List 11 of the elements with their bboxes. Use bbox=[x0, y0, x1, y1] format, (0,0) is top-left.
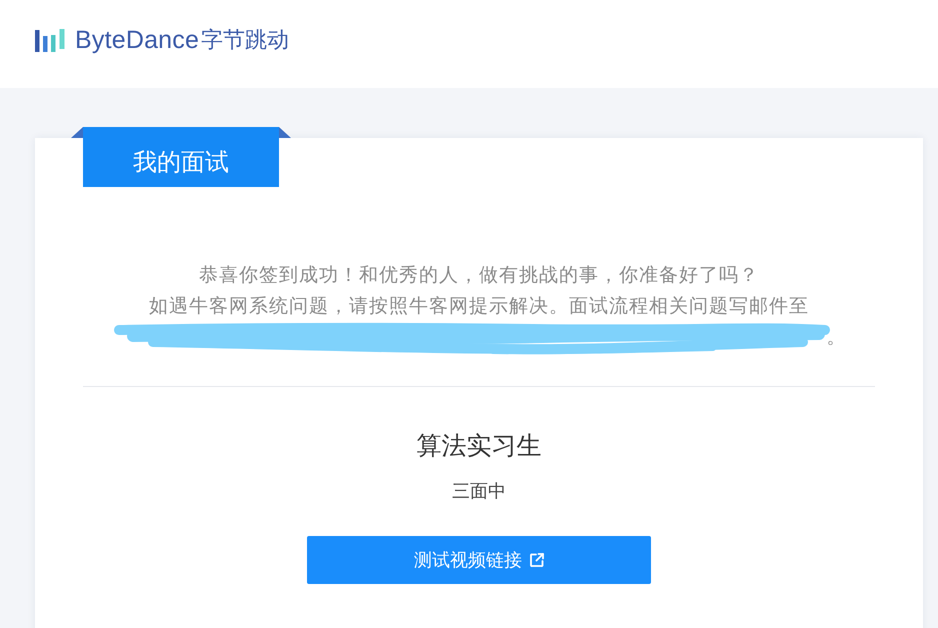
logo-bars-icon bbox=[35, 28, 65, 52]
external-link-icon bbox=[530, 553, 544, 567]
logo-wordmark: ByteDance bbox=[75, 25, 200, 55]
video-link-button[interactable]: 测试视频链接 bbox=[307, 536, 651, 584]
logo-chinese-name: 字节跳动 bbox=[201, 26, 290, 54]
position-title: 算法实习生 bbox=[416, 431, 542, 462]
greeting-text: 恭喜你签到成功！和优秀的人，做有挑战的事，你准备好了吗？ bbox=[199, 264, 759, 288]
section-title-ribbon: 我的面试 bbox=[71, 127, 291, 187]
interview-status: 三面中 bbox=[452, 480, 506, 503]
punctuation-text: 。 bbox=[826, 326, 846, 350]
help-text: 如遇牛客网系统问题，请按照牛客网提示解决。面试流程相关问题写邮件至 bbox=[149, 295, 809, 319]
